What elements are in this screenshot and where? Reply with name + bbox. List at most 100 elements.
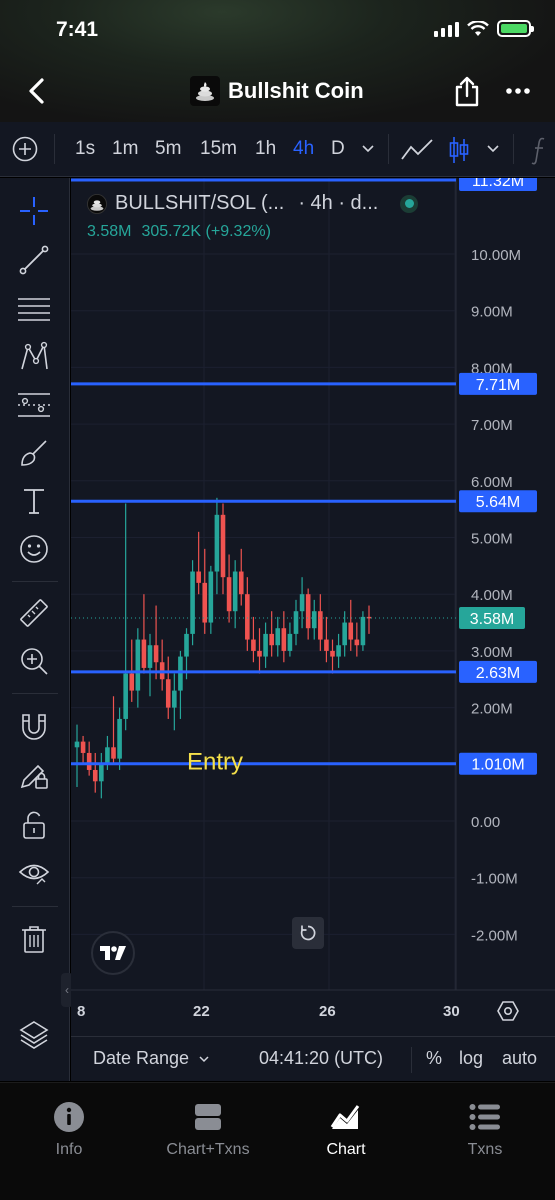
y-tick-label: 0.00 xyxy=(471,814,500,831)
nav-txns[interactable]: Txns xyxy=(425,1101,545,1159)
candle-body xyxy=(111,747,116,759)
legend-symbol: BULLSHIT/SOL (... xyxy=(115,192,285,214)
timeframe-5m[interactable]: 5m xyxy=(155,138,181,160)
trend-line-tool[interactable] xyxy=(17,243,51,277)
reset-chart-button[interactable] xyxy=(292,917,324,949)
legend-last-price: 3.58M xyxy=(87,223,132,240)
timeframe-15m[interactable]: 15m xyxy=(200,138,237,160)
y-tick-label: 3.00M xyxy=(471,644,513,661)
candle-body xyxy=(80,741,86,753)
smiley-icon xyxy=(20,535,48,563)
nav-chart-txns[interactable]: Chart+Txns xyxy=(148,1101,268,1159)
eye-icon xyxy=(18,864,50,885)
nav-chart-txns-label: Chart+Txns xyxy=(166,1141,250,1158)
wifi-icon xyxy=(467,20,489,36)
legend-values: 3.58M 305.72K (+9.32%) xyxy=(87,223,271,241)
candle-body xyxy=(74,741,80,748)
nav-chart[interactable]: Chart xyxy=(286,1101,406,1159)
candle-body xyxy=(245,594,250,640)
candle-body xyxy=(275,628,281,646)
crosshair-tool[interactable] xyxy=(17,194,51,228)
brush-tool[interactable] xyxy=(17,436,51,470)
line-chart-icon[interactable] xyxy=(400,135,434,163)
indicators-icon[interactable] xyxy=(530,135,550,165)
nav-info[interactable]: Info xyxy=(9,1101,129,1159)
percent-toggle[interactable]: % xyxy=(426,1048,442,1069)
market-status-indicator xyxy=(400,194,419,213)
chevron-down-icon[interactable] xyxy=(360,142,376,156)
emoji-tool[interactable] xyxy=(17,532,51,566)
pencil-lock-icon xyxy=(20,764,48,789)
candle-body xyxy=(342,622,347,646)
chart-area[interactable]: 10.00M 9.00M 8.00M 7.00M 6.00M 5.00M 4.00M 3.00… xyxy=(71,178,555,1081)
log-toggle[interactable]: log xyxy=(459,1048,483,1069)
status-icons xyxy=(434,20,534,37)
ruler-tool[interactable] xyxy=(17,596,51,630)
price-chart[interactable]: 10.00M9.00M8.00M7.00M6.00M5.00M4.00M3.00… xyxy=(71,178,555,1036)
price-line-label: 11.32M xyxy=(472,178,524,190)
visibility-tool[interactable] xyxy=(17,856,51,890)
y-tick-label: 5.00M xyxy=(471,531,513,548)
price-line-label: 2.63M xyxy=(476,665,520,682)
chevron-down-icon[interactable] xyxy=(485,142,501,156)
chart-settings-button[interactable] xyxy=(497,1000,519,1022)
date-range-button[interactable]: Date Range xyxy=(93,1048,210,1069)
candle-body xyxy=(141,639,147,668)
split-view-icon xyxy=(195,1104,221,1130)
price-line-label: 1.010M xyxy=(471,757,524,774)
share-button[interactable] xyxy=(452,76,482,108)
candle-body xyxy=(318,611,323,640)
y-tick-label: 10.00M xyxy=(471,247,521,264)
delete-tool[interactable] xyxy=(17,922,51,956)
tradingview-logo[interactable] xyxy=(91,931,135,975)
candle-body xyxy=(99,764,104,782)
zoom-in-icon xyxy=(21,648,48,675)
candle-body xyxy=(238,571,244,595)
status-time: 7:41 xyxy=(56,18,99,41)
candle-body xyxy=(178,656,183,691)
magnet-tool[interactable] xyxy=(17,710,51,744)
more-options-button[interactable] xyxy=(504,80,532,102)
text-tool[interactable] xyxy=(17,484,51,518)
utc-time[interactable]: 04:41:20 (UTC) xyxy=(259,1048,383,1069)
lock-drawing-tool[interactable] xyxy=(17,758,51,792)
lock-tool[interactable] xyxy=(17,808,51,842)
timeframe-4h[interactable]: 4h xyxy=(293,138,314,160)
candle-body xyxy=(324,639,329,651)
chart-legend[interactable]: BULLSHIT/SOL (... · 4h · d... xyxy=(87,192,419,215)
coin-logo-icon xyxy=(87,193,107,214)
y-tick-label: 2.00M xyxy=(471,701,513,718)
timeframe-1h[interactable]: 1h xyxy=(255,138,276,160)
price-line-label: 5.64M xyxy=(476,494,520,511)
brush-icon xyxy=(21,440,47,466)
fib-tool[interactable] xyxy=(17,292,51,326)
bottom-bar-divider xyxy=(411,1047,412,1073)
candle-body xyxy=(147,645,153,668)
candle-body xyxy=(305,594,311,629)
forecast-tool[interactable] xyxy=(17,388,51,422)
current-price-label: 3.58M xyxy=(470,611,514,628)
candlestick-chart-icon[interactable] xyxy=(448,135,470,165)
timeframe-d[interactable]: D xyxy=(331,138,345,160)
back-button[interactable] xyxy=(22,76,52,106)
candle-body xyxy=(293,611,299,634)
unlock-icon xyxy=(23,811,45,839)
candle-body xyxy=(129,673,135,691)
auto-toggle[interactable]: auto xyxy=(502,1048,537,1069)
pattern-tool[interactable] xyxy=(17,340,51,374)
candle-body xyxy=(202,582,208,623)
timeframe-1s[interactable]: 1s xyxy=(75,138,95,160)
layers-tool[interactable] xyxy=(17,1018,51,1052)
signal-icon xyxy=(434,21,459,37)
zoom-tool[interactable] xyxy=(17,644,51,678)
toolbar-divider xyxy=(12,581,58,582)
crosshair-icon xyxy=(20,197,48,225)
nav-chart-label: Chart xyxy=(326,1141,366,1158)
coin-logo-icon xyxy=(190,76,220,106)
timeframe-1m[interactable]: 1m xyxy=(112,138,138,160)
tradingview-logo-icon xyxy=(100,946,126,960)
candle-body xyxy=(251,639,256,651)
candle-body xyxy=(232,571,238,612)
add-symbol-button[interactable] xyxy=(12,136,38,162)
y-tick-label: 4.00M xyxy=(471,587,513,604)
